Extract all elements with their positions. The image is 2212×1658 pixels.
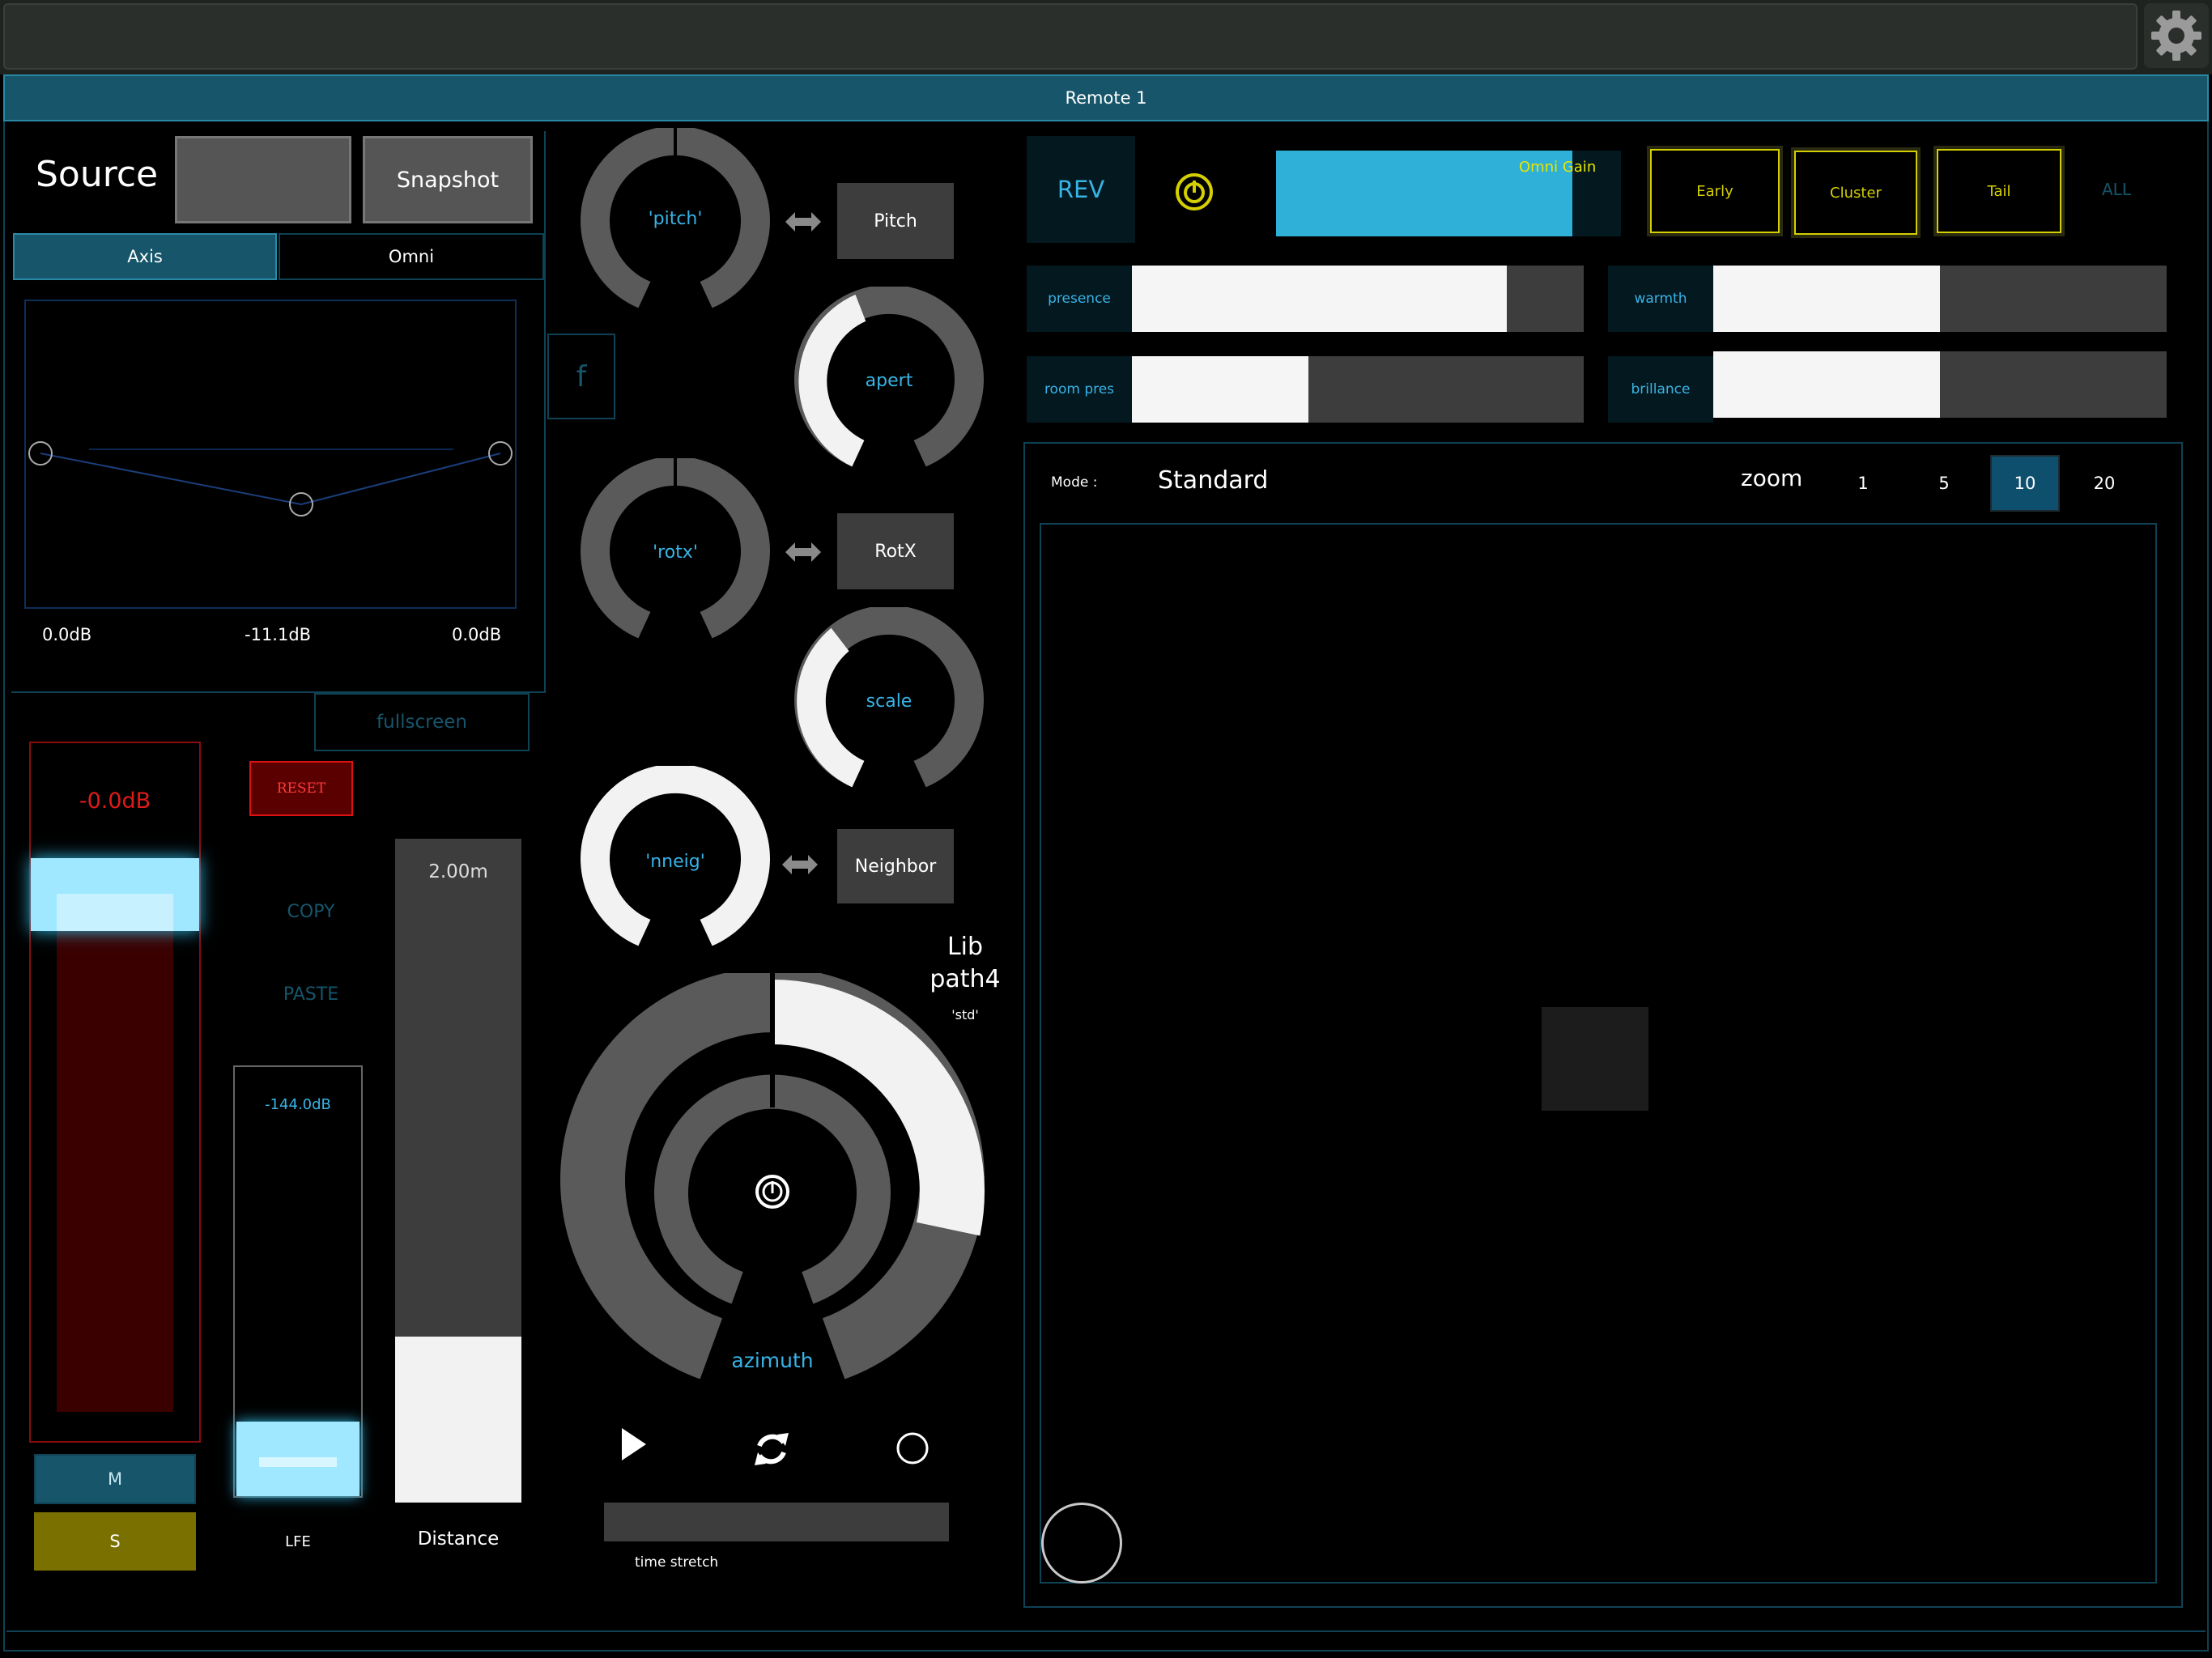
pitch-knob-label: 'pitch' [648, 209, 703, 229]
record-icon[interactable] [895, 1431, 929, 1465]
lfe-handle-grip [259, 1457, 337, 1467]
lfe-label: LFE [285, 1533, 311, 1550]
cluster-button[interactable]: Cluster [1794, 151, 1917, 235]
time-stretch-label: time stretch [635, 1554, 719, 1571]
rotx-link-icon[interactable] [785, 541, 821, 563]
mute-button[interactable]: M [34, 1454, 196, 1504]
fullscreen-button[interactable]: fullscreen [314, 693, 530, 751]
axis-value-right: 0.0dB [452, 625, 502, 644]
time-stretch-slider[interactable] [604, 1503, 949, 1541]
lib-line1: Lib [946, 933, 984, 961]
all-button[interactable]: ALL [2102, 180, 2131, 199]
f-button[interactable]: f [547, 334, 615, 419]
solo-button[interactable]: S [34, 1512, 196, 1571]
nneig-knob-label: 'nneig' [645, 852, 705, 872]
pitch-link-icon[interactable] [785, 210, 821, 233]
mode-value[interactable]: Standard [1158, 466, 1268, 495]
nneig-link-icon[interactable] [782, 853, 818, 876]
tab-axis[interactable]: Axis [13, 233, 277, 280]
power-icon [755, 1175, 789, 1209]
presence-label: presence [1027, 266, 1132, 332]
rev-power-icon[interactable] [1174, 172, 1214, 212]
level-value: -0.0dB [79, 789, 151, 814]
room-pres-slider-fill [1132, 356, 1308, 423]
zoom-5-button[interactable]: 5 [1909, 455, 1979, 512]
zoom-20-button[interactable]: 20 [2069, 455, 2139, 512]
listener-handle[interactable] [1041, 1503, 1122, 1584]
zoom-label: zoom [1741, 465, 1803, 491]
apert-knob-label: apert [865, 371, 913, 391]
window-title: Remote 1 [3, 74, 2209, 121]
axis-value-center: -11.1dB [245, 625, 312, 644]
brillance-slider[interactable] [1713, 351, 2167, 418]
tab-omni[interactable]: Omni [279, 233, 544, 280]
presence-slider-fill [1132, 266, 1508, 332]
snapshot-button[interactable]: Snapshot [363, 136, 533, 223]
azimuth-knob[interactable] [554, 973, 991, 1410]
gear-icon [2151, 11, 2201, 61]
azimuth-label: azimuth [731, 1349, 814, 1372]
loop-icon[interactable] [753, 1430, 790, 1469]
tail-button[interactable]: Tail [1937, 149, 2061, 233]
neighbor-button[interactable]: Neighbor [837, 829, 954, 903]
bottom-divider [6, 1630, 2206, 1632]
distance-label: Distance [417, 1528, 500, 1550]
zoom-10-button[interactable]: 10 [1990, 455, 2060, 512]
distance-fader-fill [395, 1337, 521, 1503]
scale-knob-label: scale [866, 691, 912, 712]
axis-graph[interactable] [24, 300, 517, 609]
distance-value: 2.00m [428, 861, 488, 882]
room-pres-label: room pres [1027, 356, 1132, 423]
copy-button[interactable]: COPY [259, 902, 363, 922]
warmth-slider[interactable] [1713, 266, 2167, 332]
room-pres-slider[interactable] [1132, 356, 1584, 423]
zoom-1-button[interactable]: 1 [1828, 455, 1898, 512]
pitch-button[interactable]: Pitch [837, 183, 954, 259]
warmth-label: warmth [1608, 266, 1713, 332]
source-name-box[interactable] [175, 136, 351, 223]
source-title: Source [36, 154, 159, 195]
rotx-button[interactable]: RotX [837, 513, 954, 589]
omni-gain-label: Omni Gain [1519, 159, 1597, 176]
mode-label: Mode : [1051, 474, 1098, 491]
play-icon[interactable] [620, 1426, 648, 1462]
brillance-label: brillance [1608, 356, 1713, 423]
rotx-knob-label: 'rotx' [653, 542, 698, 563]
level-fader-track [57, 897, 173, 1412]
presence-slider[interactable] [1132, 266, 1584, 332]
warmth-slider-fill [1713, 266, 1940, 332]
lfe-value: -144.0dB [265, 1096, 331, 1113]
rev-button[interactable]: REV [1027, 136, 1135, 243]
paste-button[interactable]: PASTE [259, 984, 363, 1005]
top-input-bar[interactable] [3, 3, 2138, 70]
reset-button[interactable]: RESET [249, 761, 353, 816]
axis-value-left: 0.0dB [42, 625, 92, 644]
early-button[interactable]: Early [1650, 149, 1780, 233]
source-object[interactable] [1542, 1007, 1648, 1111]
level-fader-handle-inner [57, 894, 173, 931]
settings-button[interactable] [2144, 3, 2209, 68]
brillance-slider-fill [1713, 351, 1940, 418]
